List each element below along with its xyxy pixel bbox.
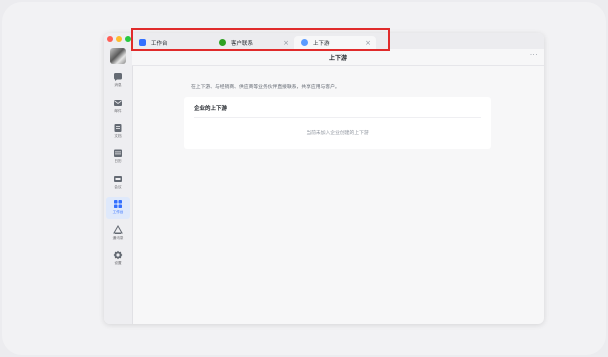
close-window-button[interactable] xyxy=(107,36,113,42)
sidebar-item-label: 工作台 xyxy=(112,210,124,214)
page-description: 在上下游、与经销商、供应商等业务伙伴直接联系，共享应用与客户。 xyxy=(191,85,340,90)
sidebar-item-calendar[interactable]: 日历 xyxy=(106,146,130,168)
app-window: 消息 邮件 文档 日历 会议 工作台 通讯录 设置 工作台 客户联系 × 上下游… xyxy=(104,33,544,324)
sidebar: 消息 邮件 文档 日历 会议 工作台 通讯录 设置 xyxy=(104,33,133,324)
sidebar-item-label: 日历 xyxy=(114,159,122,163)
docs-icon xyxy=(114,124,122,132)
window-controls xyxy=(107,36,131,42)
tab-bar-highlight-box xyxy=(131,28,390,51)
page-header: 上下游 ··· xyxy=(132,49,544,66)
page-title: 上下游 xyxy=(328,55,347,62)
sidebar-item-settings[interactable]: 设置 xyxy=(106,248,130,270)
empty-state-text: 当前未加入企业创建的上下游 xyxy=(306,131,369,136)
settings-gear-icon xyxy=(113,250,123,260)
card-title: 企业的上下游 xyxy=(194,106,228,112)
sidebar-item-label: 通讯录 xyxy=(112,236,124,240)
sidebar-item-label: 邮件 xyxy=(114,109,122,113)
sidebar-item-label: 会议 xyxy=(114,185,122,189)
sidebar-item-label: 文档 xyxy=(114,134,122,138)
sidebar-item-workplace[interactable]: 工作台 xyxy=(106,197,130,219)
video-icon xyxy=(114,176,122,182)
sidebar-item-meetings[interactable]: 会议 xyxy=(106,172,130,194)
sidebar-item-mail[interactable]: 邮件 xyxy=(106,96,130,118)
avatar[interactable] xyxy=(110,48,126,64)
sidebar-item-docs[interactable]: 文档 xyxy=(106,121,130,143)
workplace-grid-icon xyxy=(114,200,122,208)
upstream-downstream-card: 企业的上下游 当前未加入企业创建的上下游 xyxy=(184,97,491,149)
calendar-icon xyxy=(114,149,122,157)
more-options-icon[interactable]: ··· xyxy=(530,51,538,59)
sidebar-item-label: 设置 xyxy=(114,261,122,265)
contacts-icon xyxy=(113,225,123,234)
divider xyxy=(194,117,481,118)
sidebar-item-messages[interactable]: 消息 xyxy=(106,70,130,92)
minimize-window-button[interactable] xyxy=(116,36,122,42)
sidebar-item-contacts[interactable]: 通讯录 xyxy=(106,223,130,245)
chat-icon xyxy=(114,73,122,81)
mail-icon xyxy=(114,100,122,106)
sidebar-item-label: 消息 xyxy=(114,83,122,87)
